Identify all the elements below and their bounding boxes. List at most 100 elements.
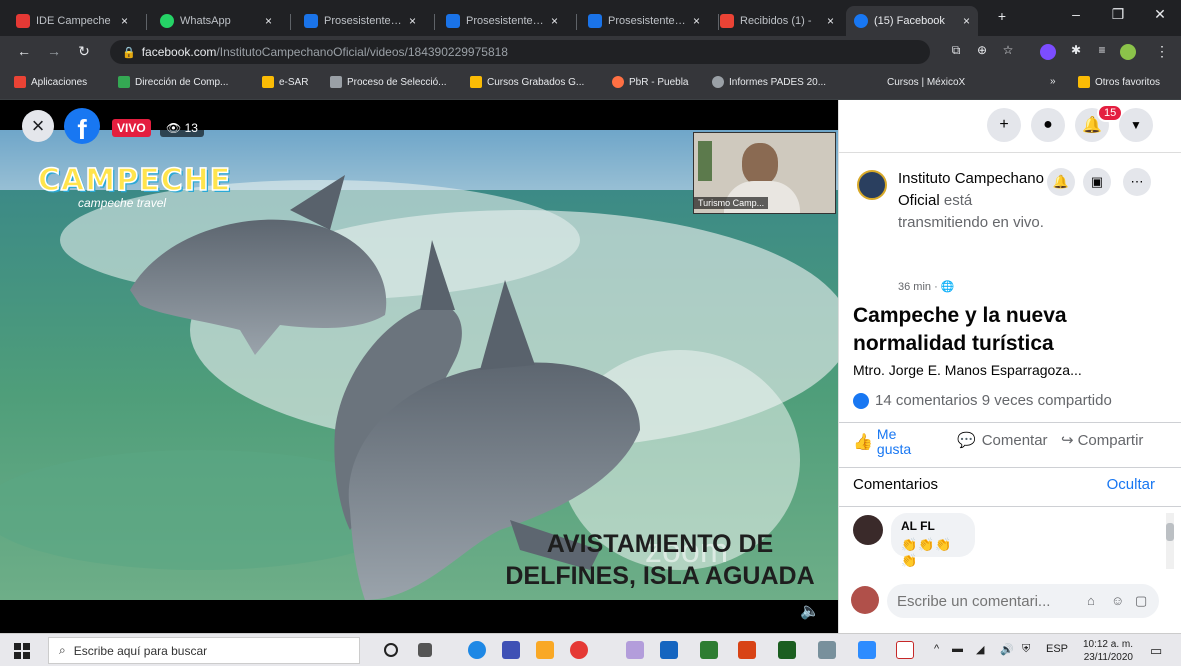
camera-icon[interactable]: ⌂ <box>1087 593 1095 608</box>
thumbs-up-icon: 👍 <box>853 434 873 451</box>
bookmark-informes-pades[interactable]: Informes PADES 20... <box>712 76 826 88</box>
new-tab-button[interactable]: + <box>982 8 1022 24</box>
bookmarks-overflow-button[interactable]: » <box>1050 76 1056 87</box>
page-avatar[interactable] <box>857 170 887 200</box>
emoji-icon[interactable]: ☺ <box>1111 593 1124 608</box>
caption-line-2: DELFINES, ISLA AGUADA <box>505 562 815 590</box>
whatsapp-icon <box>160 14 174 28</box>
close-tab-icon[interactable]: × <box>121 14 128 28</box>
excel-icon[interactable] <box>778 641 796 659</box>
create-plus-button[interactable]: + <box>987 108 1021 142</box>
bookmark-cursos-grabados[interactable]: Cursos Grabados G... <box>470 76 584 88</box>
bookmarks-bar: Aplicaciones Dirección de Comp... e-SAR … <box>0 68 1181 100</box>
zoom-icon[interactable] <box>858 641 876 659</box>
bookmark-pbr-puebla[interactable]: PbR - Puebla <box>612 76 688 88</box>
tab-prosesistente-1[interactable]: Prosesistente - 2 × <box>296 6 424 36</box>
commenter-avatar[interactable] <box>853 515 883 545</box>
video-caption: AVISTAMIENTO DE DELFINES, ISLA AGUADA <box>490 528 830 592</box>
follow-bell-icon[interactable]: 🔔 <box>1047 168 1075 196</box>
bookmark-apps[interactable]: Aplicaciones <box>14 76 87 88</box>
tab-whatsapp[interactable]: WhatsApp × <box>152 6 280 36</box>
bookmark-esar[interactable]: e-SAR <box>262 76 308 88</box>
comment-button[interactable]: 💬 Comentar <box>957 431 1048 450</box>
tab-label: Prosesistente - 2 <box>608 15 687 27</box>
post-time[interactable]: 36 min · 🌐 <box>898 280 955 293</box>
close-tab-icon[interactable]: × <box>551 14 558 28</box>
speaker-thumbnail[interactable]: Turismo Camp... <box>693 132 836 214</box>
comment-bubble: AL FL 👏👏👏👏 <box>891 513 975 568</box>
green-app-icon[interactable] <box>700 641 718 659</box>
close-tab-icon[interactable]: × <box>827 14 834 28</box>
profile-avatar[interactable] <box>1120 44 1136 60</box>
translate-icon[interactable]: ⊕ <box>972 43 992 57</box>
chrome-icon[interactable] <box>570 641 588 659</box>
more-options-icon[interactable]: ⋯ <box>1123 168 1151 196</box>
close-tab-icon[interactable]: × <box>693 14 700 28</box>
network-icon[interactable]: ◢ <box>976 643 984 656</box>
cortana-icon[interactable] <box>384 643 398 657</box>
viewer-count-value: 13 <box>184 121 198 135</box>
reload-icon[interactable]: ↻ <box>74 43 94 60</box>
restore-icon[interactable]: ❐ <box>1098 6 1138 23</box>
video-player[interactable]: CAMPECHE campeche travel Turismo Camp...… <box>0 100 838 633</box>
comments-heading: Comentarios <box>853 476 939 493</box>
other-bookmarks[interactable]: Otros favoritos <box>1078 76 1160 88</box>
media-icon[interactable]: ≡ <box>1092 43 1112 57</box>
close-video-button[interactable]: × <box>22 110 54 142</box>
facebook-logo-icon[interactable]: f <box>64 108 100 144</box>
comments-list: AL FL 👏👏👏👏 <box>839 506 1181 576</box>
bookmark-star-icon[interactable]: ☆ <box>998 43 1018 57</box>
close-tab-icon[interactable]: × <box>409 14 416 28</box>
close-tab-icon[interactable]: × <box>265 14 272 28</box>
forward-icon[interactable]: → <box>44 43 64 59</box>
extensions-puzzle-icon[interactable]: ✱ <box>1066 43 1086 57</box>
cast-icon[interactable]: ⧉ <box>946 43 966 58</box>
store-icon[interactable] <box>502 641 520 659</box>
tab-facebook[interactable]: (15) Facebook × <box>846 6 978 36</box>
minimize-icon[interactable]: – <box>1056 6 1096 22</box>
clock[interactable]: 10:12 a. m. 23/11/2020 <box>1083 638 1133 664</box>
menu-kebab-icon[interactable]: ⋮ <box>1152 43 1172 60</box>
tab-ide-campeche[interactable]: IDE Campeche × <box>8 6 136 36</box>
post-stats[interactable]: 14 comentarios 9 veces compartido <box>853 392 1112 409</box>
powerpoint-icon[interactable] <box>738 641 756 659</box>
pdf-icon[interactable] <box>896 641 914 659</box>
close-tab-icon[interactable]: × <box>963 14 970 28</box>
windows-start-icon[interactable] <box>14 643 30 659</box>
tray-expand-icon[interactable]: ^ <box>934 643 939 655</box>
bookmark-cursos-mexicox[interactable]: Cursos | MéxicoX <box>870 76 965 88</box>
messenger-icon[interactable]: ● <box>1031 108 1065 142</box>
bookmark-direccion[interactable]: Dirección de Comp... <box>118 76 228 88</box>
volume-icon[interactable]: 🔊 <box>1000 643 1014 656</box>
back-icon[interactable]: ← <box>14 43 34 59</box>
task-view-icon[interactable] <box>418 643 432 657</box>
app-icon[interactable] <box>626 641 644 659</box>
close-window-icon[interactable]: ✕ <box>1140 6 1180 23</box>
bookmark-proceso[interactable]: Proceso de Selecció... <box>330 76 447 88</box>
hide-comments-link[interactable]: Ocultar <box>1107 476 1155 493</box>
tab-prosesistente-2[interactable]: Prosesistente - 2 × <box>438 6 566 36</box>
tab-prosesistente-3[interactable]: Prosesistente - 2 × <box>580 6 708 36</box>
security-icon[interactable]: ⛨ <box>1022 643 1030 656</box>
share-button[interactable]: ↪ Compartir <box>1061 431 1143 450</box>
taskbar-search-box[interactable]: ⌕ Escribe aquí para buscar <box>48 637 360 664</box>
language-indicator[interactable]: ESP <box>1046 643 1068 655</box>
notepad-icon[interactable] <box>818 641 836 659</box>
gmail-icon <box>720 14 734 28</box>
sticker-icon[interactable]: ▢ <box>1135 593 1147 609</box>
save-bookmark-icon[interactable]: ▣ <box>1083 168 1111 196</box>
address-bar[interactable]: 🔒 facebook.com /InstitutoCampechanoOfici… <box>110 40 930 64</box>
edge-icon[interactable] <box>468 641 486 659</box>
volume-muted-icon[interactable]: 🔈 <box>800 601 820 621</box>
tab-favicon-icon <box>446 14 460 28</box>
notifications-center-icon[interactable]: ▭ <box>1150 643 1162 659</box>
like-button[interactable]: 👍 Me gusta <box>853 427 925 457</box>
word-icon[interactable] <box>660 641 678 659</box>
comments-scrollbar[interactable] <box>1166 513 1174 569</box>
extension-icon[interactable] <box>1040 44 1056 60</box>
file-explorer-icon[interactable] <box>536 641 554 659</box>
comment-author[interactable]: AL FL <box>901 519 965 533</box>
tab-gmail[interactable]: Recibidos (1) - × <box>712 6 842 36</box>
account-menu-chevron-icon[interactable]: ▼ <box>1119 108 1153 142</box>
battery-icon[interactable]: ▬ <box>952 643 963 655</box>
